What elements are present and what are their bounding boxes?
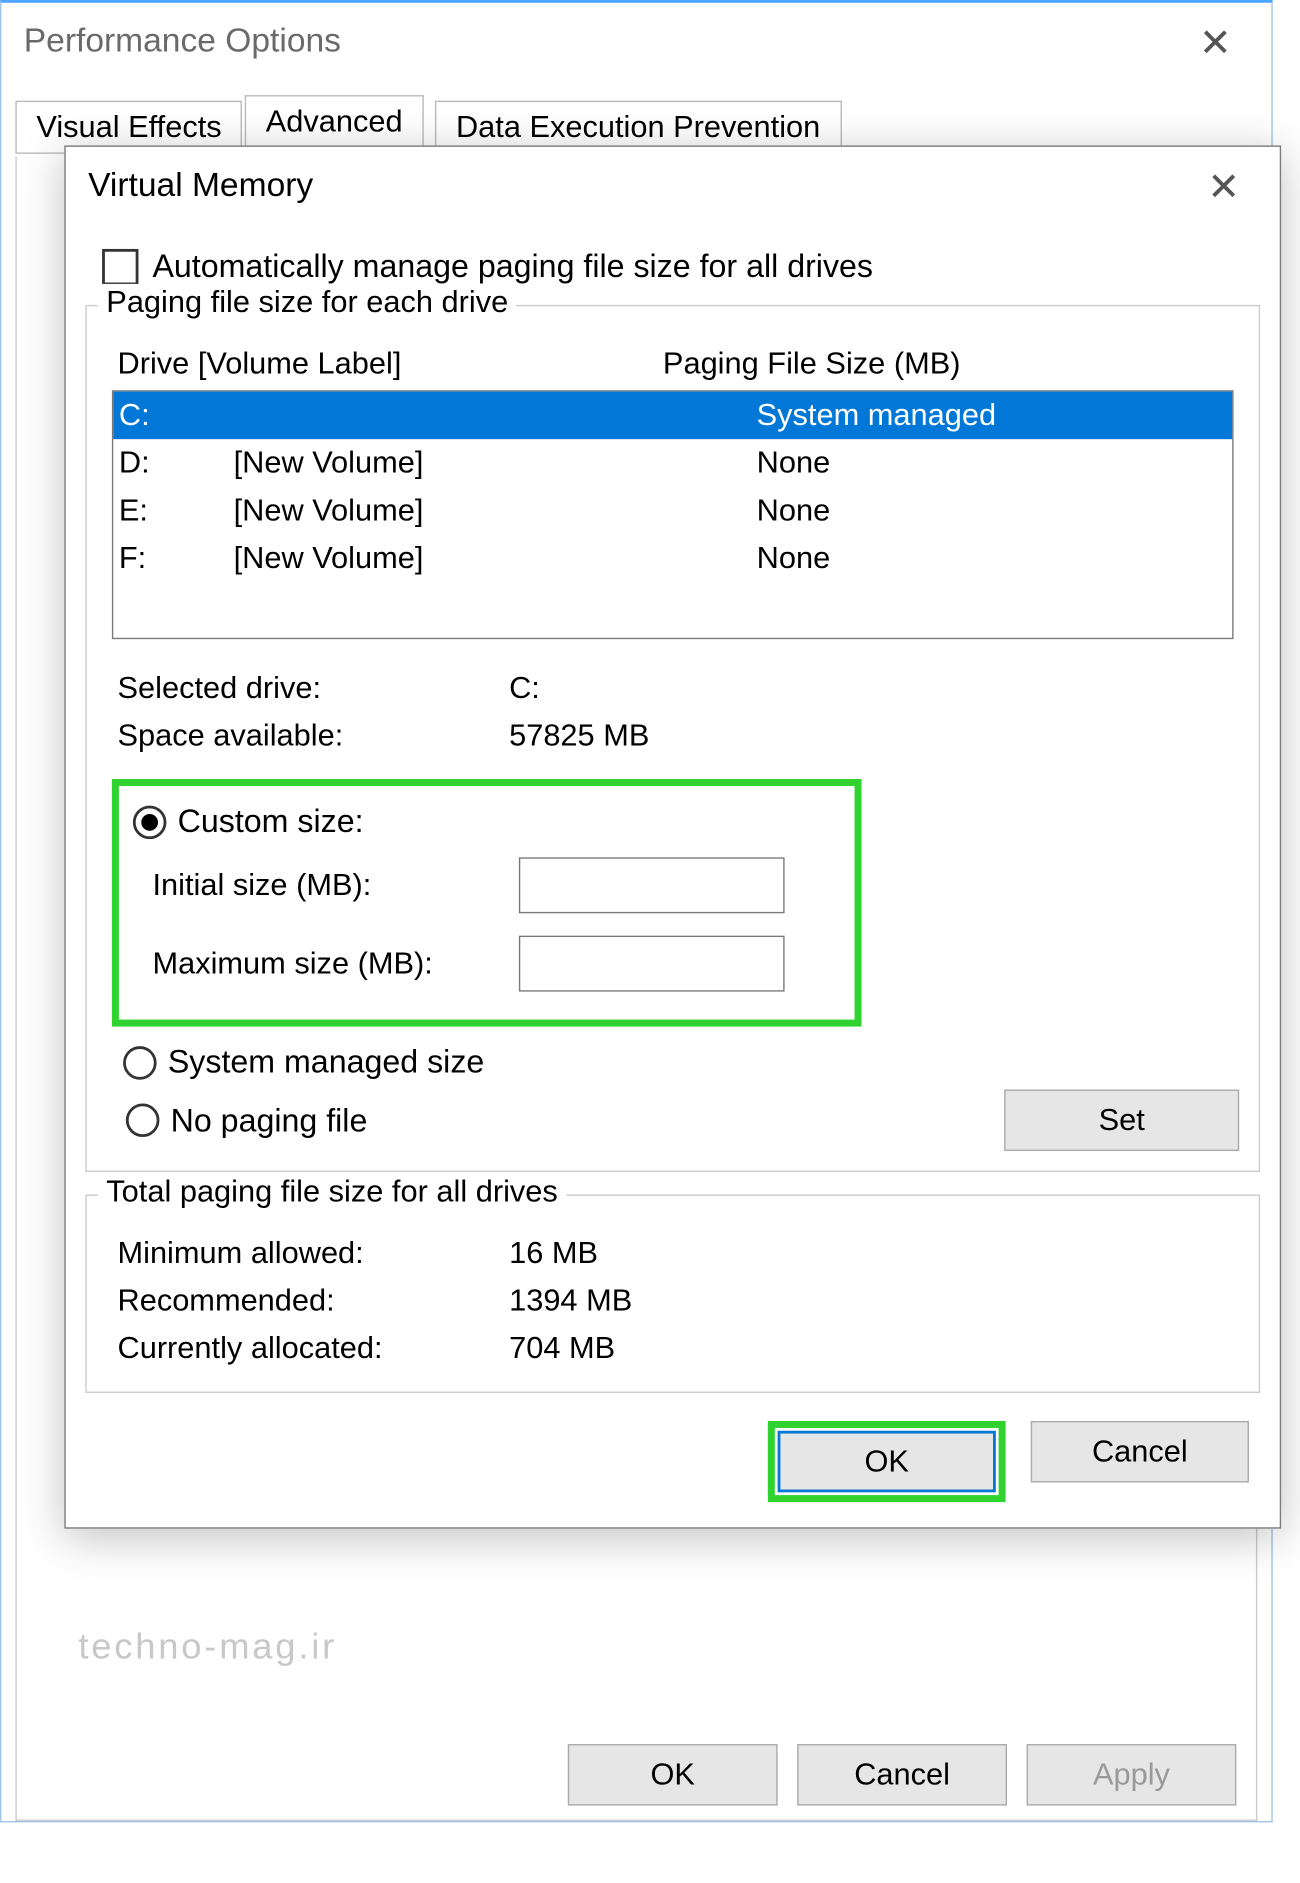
min-allowed-value: 16 MB [509, 1235, 598, 1271]
drive-paging-size: None [757, 540, 1233, 576]
performance-options-title: Performance Options [24, 22, 341, 61]
virtual-memory-dialog: Virtual Memory ✕ Automatically manage pa… [64, 145, 1281, 1528]
initial-size-label: Initial size (MB): [152, 867, 518, 903]
virtual-memory-title: Virtual Memory [88, 166, 313, 205]
selected-drive-value: C: [509, 670, 540, 706]
drive-list-header: Drive [Volume Label] Paging File Size (M… [117, 345, 1239, 381]
close-icon[interactable]: ✕ [1182, 8, 1249, 75]
selected-drive-info: Selected drive: C: Space available: 5782… [117, 664, 1233, 759]
recommended-label: Recommended: [117, 1283, 509, 1319]
drive-letter: F: [113, 540, 233, 576]
drive-letter: C: [113, 397, 233, 433]
custom-size-radio-row: Custom size: [133, 803, 841, 841]
tab-advanced[interactable]: Advanced [245, 95, 424, 148]
perf-apply-button[interactable]: Apply [1027, 1744, 1237, 1806]
col-drive-label: Drive [Volume Label] [117, 345, 662, 381]
virtual-memory-bottom-buttons: OK Cancel [85, 1415, 1260, 1502]
custom-size-highlight: Custom size: Initial size (MB): Maximum … [112, 779, 862, 1027]
no-paging-radio[interactable] [126, 1103, 160, 1137]
virtual-memory-body: Automatically manage paging file size fo… [66, 225, 1280, 1527]
custom-size-label: Custom size: [178, 803, 364, 841]
drive-letter: E: [113, 492, 233, 528]
drive-letter: D: [113, 445, 233, 481]
perf-ok-button[interactable]: OK [568, 1744, 778, 1806]
current-allocated-label: Currently allocated: [117, 1330, 509, 1366]
drive-list[interactable]: C: System managed D: [New Volume] None E… [112, 390, 1234, 639]
auto-manage-checkbox[interactable] [102, 248, 138, 284]
drive-row[interactable]: F: [New Volume] None [113, 534, 1232, 582]
initial-size-input[interactable] [519, 857, 785, 913]
vm-cancel-button[interactable]: Cancel [1031, 1421, 1249, 1483]
space-available-label: Space available: [117, 717, 509, 753]
initial-size-row: Initial size (MB): [152, 852, 843, 919]
drive-paging-size: None [757, 492, 1233, 528]
paging-each-drive-group: Paging file size for each drive Drive [V… [85, 305, 1260, 1172]
selected-drive-label: Selected drive: [117, 670, 509, 706]
space-available-value: 57825 MB [509, 717, 649, 753]
system-managed-label: System managed size [168, 1043, 484, 1081]
watermark: techno-mag.ir [78, 1625, 337, 1668]
close-icon[interactable]: ✕ [1190, 152, 1257, 219]
auto-manage-label: Automatically manage paging file size fo… [152, 248, 873, 286]
drive-row[interactable]: E: [New Volume] None [113, 487, 1232, 535]
col-pfs-label: Paging File Size (MB) [663, 345, 961, 381]
max-size-input[interactable] [519, 936, 785, 992]
auto-manage-row: Automatically manage paging file size fo… [102, 248, 1260, 286]
no-paging-radio-row: No paging file [126, 1101, 1002, 1139]
max-size-row: Maximum size (MB): [152, 930, 843, 997]
drive-volume-label: [New Volume] [234, 492, 757, 528]
min-allowed-label: Minimum allowed: [117, 1235, 509, 1271]
drive-volume-label: [New Volume] [234, 540, 757, 576]
custom-size-radio[interactable] [133, 805, 167, 839]
performance-options-titlebar: Performance Options ✕ [1, 3, 1271, 81]
drive-row[interactable]: D: [New Volume] None [113, 439, 1232, 487]
virtual-memory-titlebar: Virtual Memory ✕ [66, 147, 1280, 225]
max-size-label: Maximum size (MB): [152, 945, 518, 981]
no-paging-label: No paging file [171, 1101, 368, 1139]
drive-volume-label: [New Volume] [234, 445, 757, 481]
paging-each-drive-title: Paging file size for each drive [98, 284, 517, 320]
total-paging-group: Total paging file size for all drives Mi… [85, 1194, 1260, 1393]
drive-row[interactable]: C: System managed [113, 392, 1232, 440]
system-managed-radio[interactable] [123, 1045, 157, 1079]
set-button[interactable]: Set [1004, 1090, 1239, 1152]
recommended-value: 1394 MB [509, 1283, 632, 1319]
system-managed-radio-row: System managed size [123, 1043, 1236, 1081]
current-allocated-value: 704 MB [509, 1330, 615, 1366]
performance-bottom-buttons: OK Cancel Apply [568, 1744, 1237, 1806]
ok-highlight: OK [768, 1421, 1006, 1502]
vm-ok-button[interactable]: OK [778, 1431, 996, 1493]
total-paging-title: Total paging file size for all drives [98, 1173, 566, 1209]
drive-paging-size: None [757, 445, 1233, 481]
perf-cancel-button[interactable]: Cancel [797, 1744, 1007, 1806]
drive-paging-size: System managed [757, 397, 1233, 433]
